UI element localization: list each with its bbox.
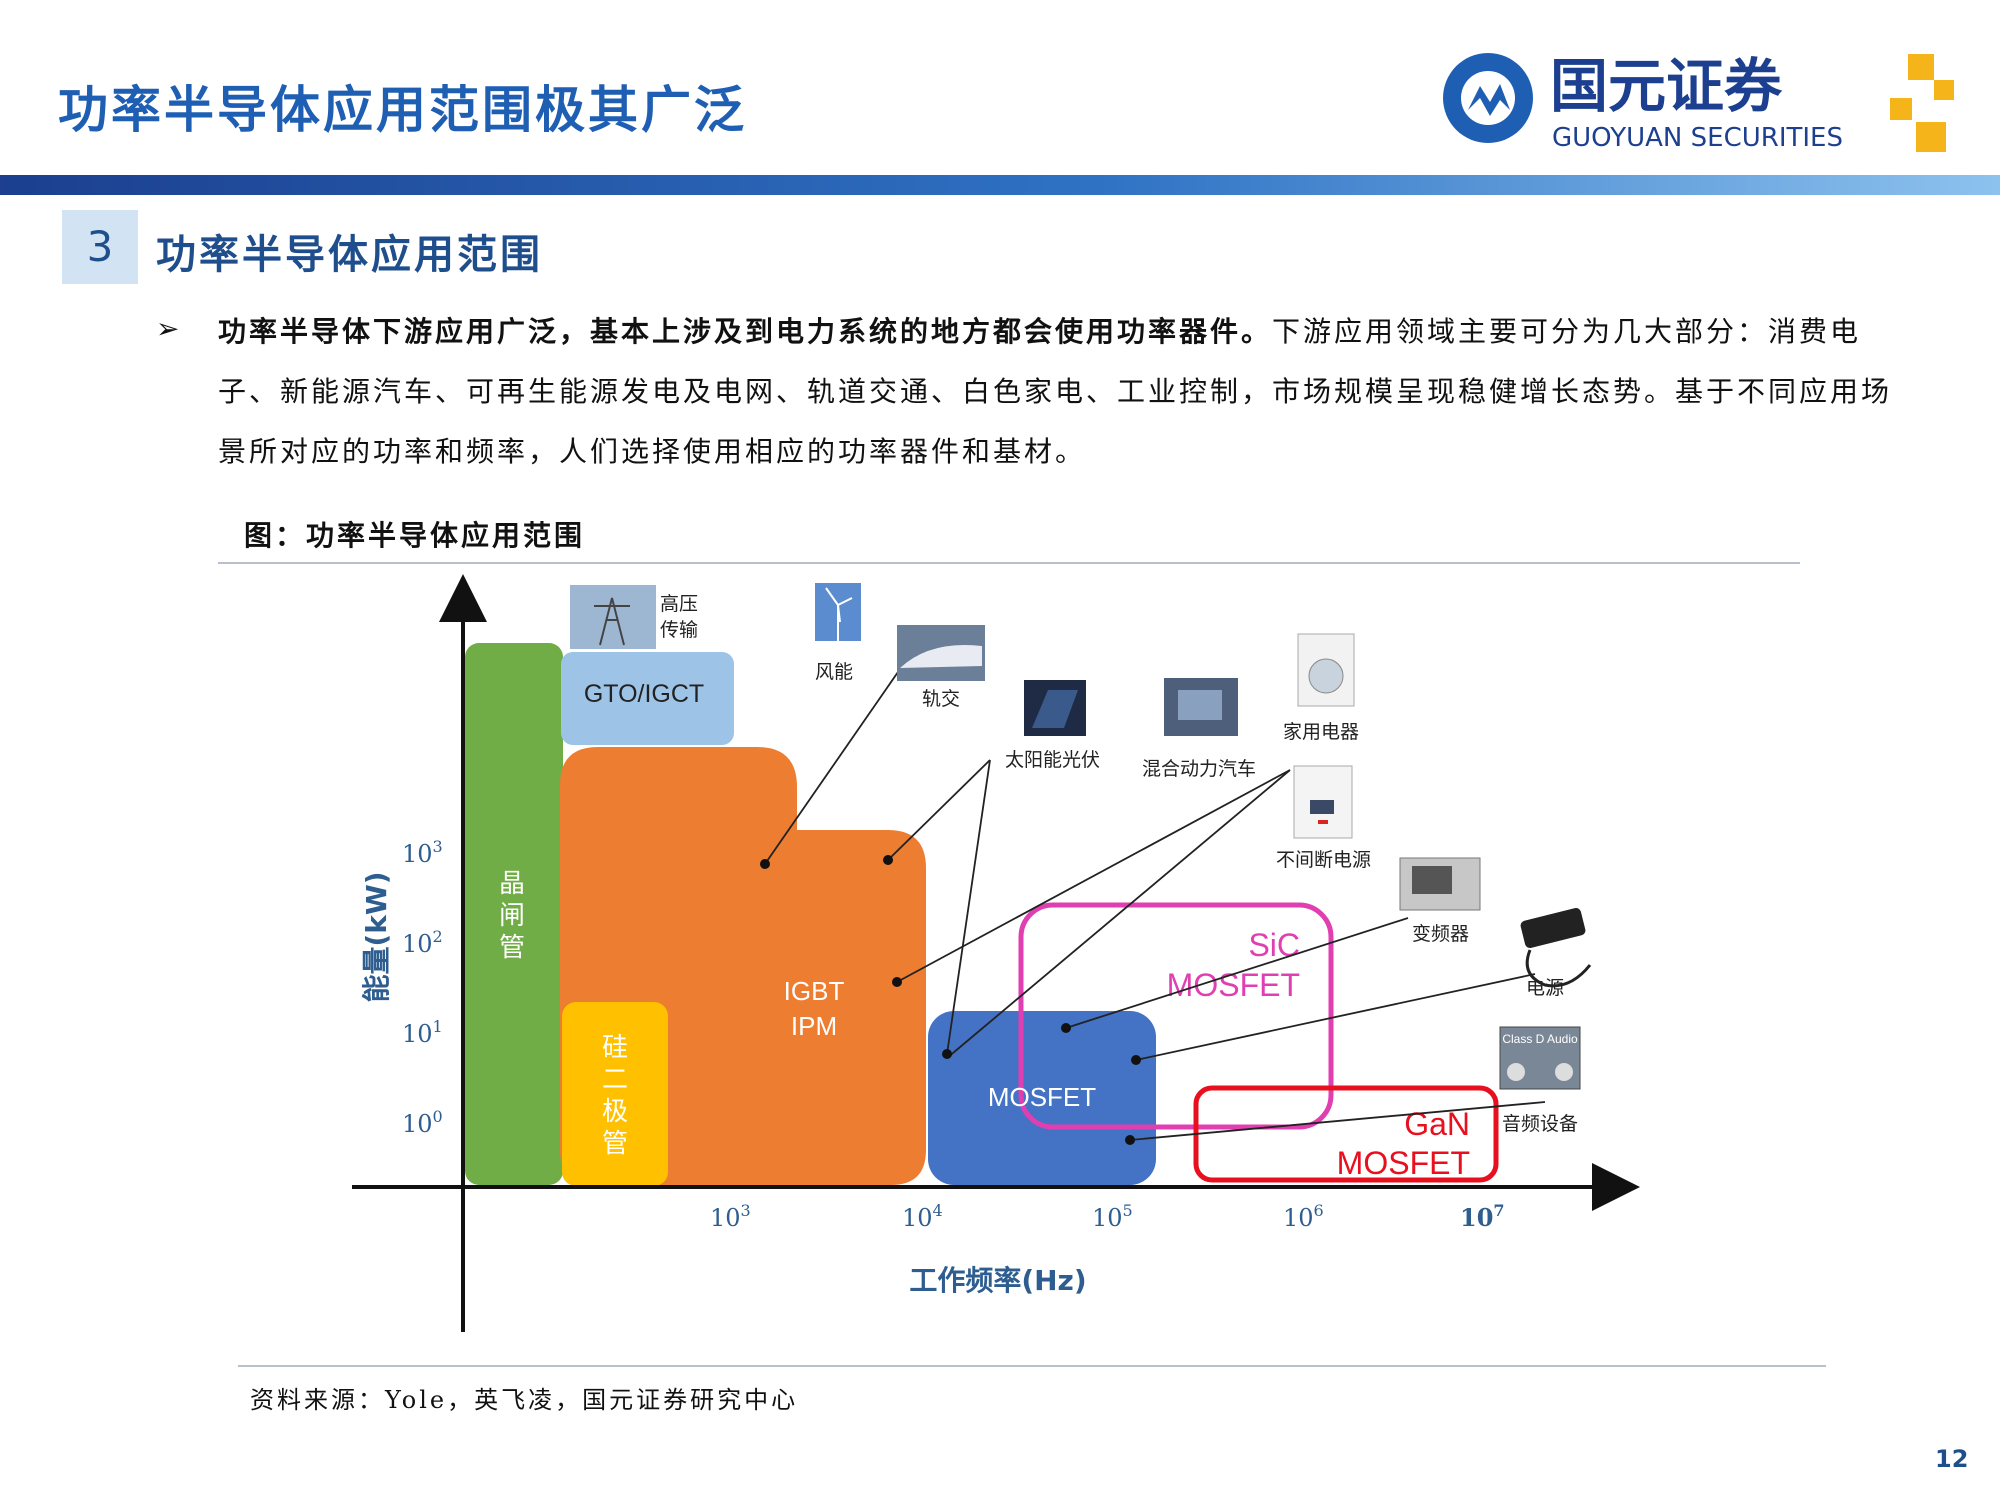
page-number: 12 [1935,1445,1969,1473]
hv-label-2: 传输 [660,619,698,641]
high-voltage-tower-icon [570,585,656,649]
audio-badge-text: Class D Audio [1502,1032,1578,1046]
thyristor-char-2: 闸 [499,901,525,931]
mosfet-label: MOSFET [988,1082,1096,1112]
audio-label: 音频设备 [1502,1113,1578,1135]
ups-icon [1293,765,1353,839]
hybrid-label: 混合动力汽车 [1142,758,1256,780]
source-note: 资料来源：Yole，英飞凌，国元证券研究中心 [250,1386,799,1414]
power-adapter-icon [1520,907,1592,988]
thyristor-char-1: 晶 [499,869,525,899]
diode-char-3: 极 [602,1097,628,1127]
y-tick-100: 102 [402,927,443,958]
thyristor-char-3: 管 [499,933,525,963]
y-tick-1: 100 [402,1107,443,1138]
diode-char-2: 二 [602,1065,628,1095]
y-axis-label: 能量(kW) [360,871,393,1002]
washing-machine-icon [1297,633,1355,707]
diode-char-4: 管 [602,1129,628,1159]
igbt-label: IGBT [784,976,845,1006]
power-semiconductor-diagram: GTO/IGCT IGBT IPM MOSFET 晶 闸 管 硅 二 极 管 S… [352,574,1640,1332]
hv-label-1: 高压 [660,593,698,615]
x-tick-1e3: 103 [710,1201,751,1232]
sic-label: SiC [1248,927,1300,963]
ipm-label: IPM [791,1011,837,1041]
inverter-label: 变频器 [1412,923,1469,945]
frequency-converter-icon [1399,857,1481,911]
wind-turbine-icon [815,583,861,641]
solar-panel-icon [1024,680,1086,736]
x-tick-1e4: 104 [902,1201,943,1232]
x-axis-label: 工作频率(Hz) [909,1264,1086,1297]
x-tick-1e7: 107 [1460,1201,1505,1232]
appliance-label: 家用电器 [1283,721,1359,743]
x-tick-1e6: 106 [1283,1201,1324,1232]
sic-mosfet-label: MOSFET [1167,967,1300,1003]
hybrid-car-engine-icon [1164,678,1238,736]
class-d-audio-icon: Class D Audio [1499,1026,1581,1090]
y-tick-1000: 103 [402,837,443,868]
ups-label: 不间断电源 [1276,849,1371,871]
rail-label: 轨交 [922,688,960,710]
source-rule [238,1365,1826,1367]
gto-igct-label: GTO/IGCT [584,680,704,708]
x-tick-1e5: 105 [1092,1201,1133,1232]
power-supply-label: 电源 [1526,977,1564,999]
y-tick-10: 101 [402,1017,443,1048]
diode-char-1: 硅 [602,1033,628,1063]
gan-mosfet-label: MOSFET [1337,1145,1470,1181]
solar-label: 太阳能光伏 [1005,749,1100,771]
train-icon [897,625,985,681]
wind-label: 风能 [815,661,853,683]
